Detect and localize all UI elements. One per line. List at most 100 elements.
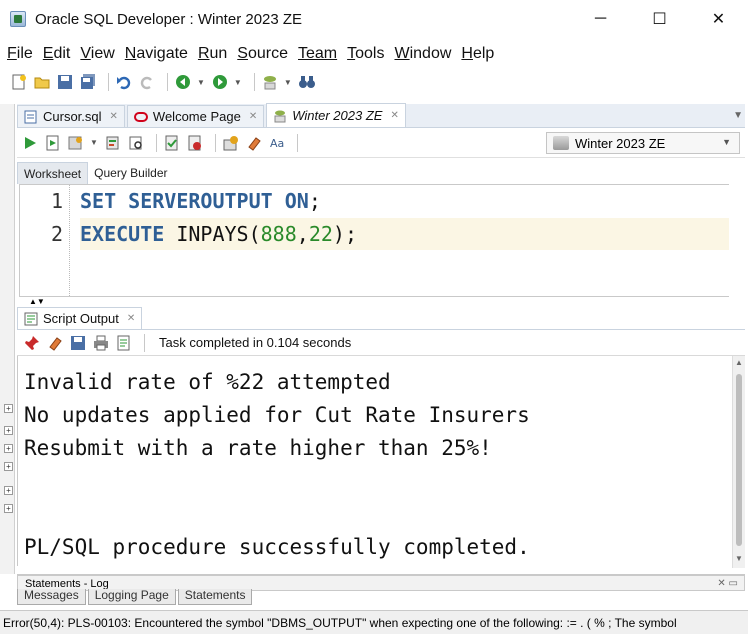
toolbar-separator: [144, 333, 145, 352]
title-bar: Oracle SQL Developer : Winter 2023 ZE ─ …: [0, 0, 748, 38]
sql-history-icon[interactable]: [222, 134, 240, 152]
connection-select[interactable]: Winter 2023 ZE ▼: [546, 132, 740, 154]
open-folder-icon[interactable]: [33, 73, 51, 91]
panel-splitter[interactable]: ▲▼: [17, 297, 745, 306]
line-number-gutter: 1 2: [20, 185, 70, 296]
save-all-icon[interactable]: [79, 73, 97, 91]
tab-welcome-page[interactable]: Welcome Page ✕: [126, 105, 265, 127]
script-output-text[interactable]: Invalid rate of %22 attempted No updates…: [17, 356, 732, 566]
svg-text:Aa: Aa: [270, 137, 284, 150]
tab-logging-page[interactable]: Logging Page: [87, 589, 176, 605]
menu-run[interactable]: Run: [195, 45, 230, 63]
find-binoculars-icon[interactable]: [298, 73, 316, 91]
forward-icon[interactable]: [211, 73, 229, 91]
open-output-icon[interactable]: [115, 334, 133, 352]
tab-statements[interactable]: Statements: [177, 589, 253, 605]
tab-worksheet[interactable]: Worksheet: [17, 162, 89, 184]
log-tabs: Messages Logging Page Statements: [17, 589, 745, 605]
save-icon[interactable]: [69, 334, 87, 352]
tab-script-output[interactable]: Script Output ✕: [17, 307, 143, 329]
menu-source[interactable]: Source: [234, 45, 291, 63]
sql-worksheet-icon[interactable]: [261, 73, 279, 91]
worksheet-toolbar: ▼ Aa Winter 2023 ZE ▼: [17, 128, 745, 158]
expand-node-icon[interactable]: +: [4, 462, 13, 471]
print-icon[interactable]: [92, 334, 110, 352]
chevron-down-icon: ▼: [722, 137, 731, 147]
menu-team[interactable]: Team: [295, 45, 340, 63]
output-line: No updates applied for Cut Rate Insurers: [24, 403, 530, 427]
back-icon[interactable]: [174, 73, 192, 91]
status-bar: Error(50,4): PLS-00103: Encountered the …: [0, 610, 748, 634]
worksheet-subtabs: Worksheet Query Builder: [17, 162, 745, 184]
code-line-current[interactable]: EXECUTE INPAYS(888,22);: [80, 218, 729, 250]
close-tab-icon[interactable]: ✕: [127, 313, 135, 324]
close-button[interactable]: ✕: [689, 0, 748, 38]
forward-dropdown-icon[interactable]: ▼: [234, 78, 242, 87]
left-dock-strip: + + + + + +: [0, 104, 15, 574]
close-tab-icon[interactable]: ✕: [390, 110, 398, 121]
clear-eraser-icon[interactable]: [245, 134, 263, 152]
menu-navigate[interactable]: Navigate: [122, 45, 191, 63]
worksheet-icon: [273, 109, 287, 123]
scrollbar-thumb[interactable]: [736, 374, 742, 546]
menu-edit[interactable]: Edit: [40, 45, 74, 63]
expand-node-icon[interactable]: +: [4, 486, 13, 495]
redo-icon[interactable]: [138, 73, 156, 91]
connection-icon: [553, 136, 569, 150]
output-scrollbar[interactable]: ▲ ▼: [732, 356, 745, 568]
autotrace-icon[interactable]: [67, 134, 85, 152]
tab-query-builder[interactable]: Query Builder: [88, 162, 173, 184]
expand-node-icon[interactable]: +: [4, 444, 13, 453]
tab-list-dropdown-icon[interactable]: ▼: [733, 110, 743, 121]
clear-eraser-icon[interactable]: [46, 334, 64, 352]
pin-icon[interactable]: [23, 334, 41, 352]
undo-icon[interactable]: [115, 73, 133, 91]
sql-worksheet-dropdown-icon[interactable]: ▼: [284, 78, 292, 87]
toolbar-separator: [155, 133, 157, 152]
rollback-icon[interactable]: [186, 134, 204, 152]
explain-plan-icon[interactable]: [104, 134, 122, 152]
collapse-arrows-icon[interactable]: ▲▼: [29, 297, 45, 306]
sql-tuning-icon[interactable]: [127, 134, 145, 152]
save-icon[interactable]: [56, 73, 74, 91]
tab-messages[interactable]: Messages: [17, 589, 86, 605]
run-script-icon[interactable]: [44, 134, 62, 152]
run-statement-icon[interactable]: [21, 134, 39, 152]
toolbar-separator: [296, 133, 298, 152]
minimize-panel-icon[interactable]: ▭: [729, 578, 738, 589]
expand-node-icon[interactable]: +: [4, 504, 13, 513]
statements-log-panel: Statements - Log ✕ ▭ Messages Logging Pa…: [17, 574, 745, 605]
back-dropdown-icon[interactable]: ▼: [197, 78, 205, 87]
output-line: PL/SQL procedure successfully completed.: [24, 535, 530, 559]
commit-icon[interactable]: [163, 134, 181, 152]
menu-help[interactable]: Help: [458, 45, 497, 63]
window-controls: ─ ☐ ✕: [571, 0, 748, 38]
toolbar-separator: [214, 133, 216, 152]
close-tab-icon[interactable]: ✕: [110, 111, 118, 122]
menu-tools[interactable]: Tools: [344, 45, 387, 63]
maximize-button[interactable]: ☐: [630, 0, 689, 38]
code-line[interactable]: SET SERVEROUTPUT ON;: [80, 185, 729, 217]
autotrace-dropdown-icon[interactable]: ▼: [90, 138, 98, 147]
expand-node-icon[interactable]: +: [4, 426, 13, 435]
menu-bar: File Edit View Navigate Run Source Team …: [0, 42, 748, 66]
script-output-panel: Script Output ✕ Task completed in 0.104 …: [17, 306, 745, 568]
tab-cursor-sql[interactable]: Cursor.sql ✕: [17, 105, 125, 127]
sql-code-editor[interactable]: 1 2 SET SERVEROUTPUT ON; EXECUTE INPAYS(…: [19, 184, 729, 297]
tab-winter-2023-ze[interactable]: Winter 2023 ZE ✕: [266, 103, 406, 127]
oracle-icon: [133, 110, 148, 124]
format-sql-icon[interactable]: Aa: [268, 134, 286, 152]
scroll-up-icon[interactable]: ▲: [735, 358, 743, 367]
close-icon[interactable]: ✕: [717, 578, 725, 589]
new-file-icon[interactable]: [10, 73, 28, 91]
line-number: 2: [50, 222, 63, 246]
expand-node-icon[interactable]: +: [4, 404, 13, 413]
close-tab-icon[interactable]: ✕: [249, 111, 257, 122]
task-status: Task completed in 0.104 seconds: [159, 335, 352, 350]
scroll-down-icon[interactable]: ▼: [735, 554, 743, 563]
output-tabs: Script Output ✕: [17, 306, 745, 330]
menu-file[interactable]: File: [4, 45, 36, 63]
menu-window[interactable]: Window: [391, 45, 454, 63]
minimize-button[interactable]: ─: [571, 0, 630, 38]
menu-view[interactable]: View: [77, 45, 117, 63]
